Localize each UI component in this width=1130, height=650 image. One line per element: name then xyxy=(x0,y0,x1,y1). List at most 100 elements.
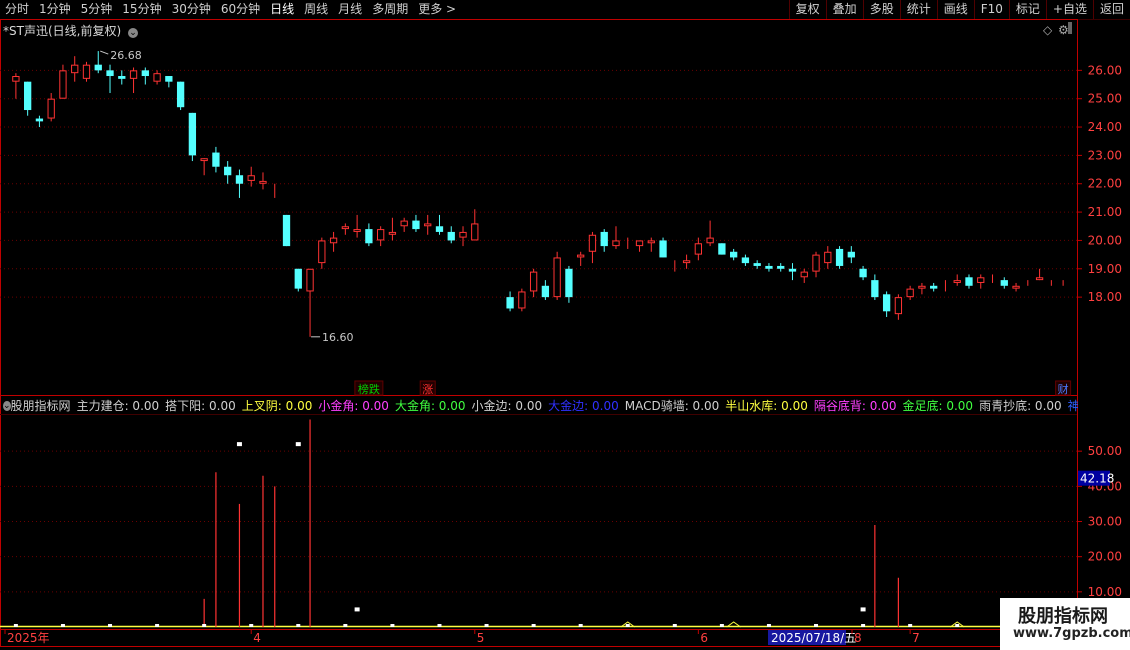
candle xyxy=(553,251,561,300)
candle xyxy=(388,217,397,241)
candle xyxy=(753,260,761,269)
candle-body xyxy=(435,226,444,232)
event-badge-label: 榜跌 xyxy=(358,382,380,396)
candle-body xyxy=(600,231,608,247)
high-label: 26.68 xyxy=(110,49,142,62)
candles xyxy=(12,51,1064,337)
indicator-marker xyxy=(343,624,348,627)
candle-body xyxy=(82,64,91,79)
candle xyxy=(129,67,138,94)
indicator-value: : 0.00 xyxy=(507,399,543,413)
price-tick-label: 20.00 xyxy=(1088,233,1122,247)
month-label: 4 xyxy=(253,631,261,645)
candle-body xyxy=(282,214,291,247)
candle-body xyxy=(259,180,267,184)
indicator-tick-label: 20.00 xyxy=(1088,550,1122,564)
indicator-marker xyxy=(13,624,18,627)
indicator-label: 大金边 xyxy=(548,399,585,413)
candle xyxy=(612,226,620,249)
candle-body xyxy=(294,268,302,289)
candle xyxy=(694,237,702,261)
watermark-url: www.7gpzb.com xyxy=(1013,626,1130,641)
candle xyxy=(24,81,32,116)
indicator-marker xyxy=(249,624,254,627)
candle-body xyxy=(141,70,149,77)
candle xyxy=(424,214,432,235)
candle xyxy=(800,268,808,283)
indicator-chevron-icon[interactable]: ⌄ xyxy=(3,400,11,411)
candle-body xyxy=(682,260,691,264)
indicator-label: 半山水库 xyxy=(725,399,774,413)
candle-body xyxy=(94,64,102,71)
indicator-label: 小金角 xyxy=(318,399,355,413)
candle xyxy=(894,294,903,320)
candle-body xyxy=(59,70,67,99)
candle-body xyxy=(106,70,114,77)
indicator-item-3: 上叉阴: 0.00 xyxy=(242,397,313,414)
indicator-marker xyxy=(578,624,583,627)
indicator-value: : 0.00 xyxy=(354,399,389,413)
candle-body xyxy=(612,240,620,247)
candle-body xyxy=(741,257,750,264)
high-pointer xyxy=(100,50,109,55)
indicator-bars xyxy=(0,419,1054,628)
candle-body xyxy=(329,237,338,244)
candle xyxy=(365,223,373,247)
indicator-tick-label: 50.00 xyxy=(1088,444,1122,458)
indicator-item-9: 半山水库: 0.00 xyxy=(725,397,808,414)
indicator-item-11: 金足底: 0.00 xyxy=(902,397,973,414)
price-tick-label: 22.00 xyxy=(1088,177,1122,191)
month-label: 6 xyxy=(700,631,708,645)
candle xyxy=(635,240,644,252)
indicator-marker xyxy=(484,624,489,627)
watermark-title: 股朋指标网 xyxy=(1018,606,1108,627)
candle xyxy=(94,51,102,74)
candle-body xyxy=(765,265,773,269)
indicator-tick-label: 30.00 xyxy=(1088,515,1122,529)
indicator-marker xyxy=(531,624,536,627)
candle-body xyxy=(541,285,550,298)
indicator-marker xyxy=(766,624,771,627)
indicator-marker xyxy=(60,624,65,627)
candle-body xyxy=(341,226,349,230)
candle-body xyxy=(318,240,326,264)
candle xyxy=(341,223,349,235)
indicator-marker xyxy=(672,624,677,627)
candle xyxy=(588,231,597,264)
candle xyxy=(471,209,479,241)
candle-body xyxy=(71,64,79,74)
candle-body xyxy=(165,76,173,82)
candle-body xyxy=(118,76,126,79)
candle xyxy=(212,146,220,173)
candle xyxy=(224,161,232,184)
candle xyxy=(1000,277,1008,289)
chart-frame xyxy=(0,19,1078,647)
candle-body xyxy=(365,229,373,244)
candle-body xyxy=(529,271,538,292)
candle xyxy=(82,61,91,82)
candle-body xyxy=(882,294,891,312)
candle-body xyxy=(412,220,420,230)
candle xyxy=(847,246,855,264)
candle xyxy=(977,274,985,289)
candle-body xyxy=(718,243,726,255)
current-value-label: 42.18 xyxy=(1080,472,1114,486)
signal-marker xyxy=(236,442,242,447)
candle xyxy=(377,226,385,247)
candle xyxy=(306,268,314,337)
indicator-legend: ⌄ 股朋指标网 主力建仓: 0.00 搭下阳: 0.00 上叉阴: 0.00 小金角: 0… xyxy=(0,397,1078,414)
indicator-marker xyxy=(437,624,442,627)
price-tick-label: 21.00 xyxy=(1088,205,1122,219)
price-tick-label: 18.00 xyxy=(1088,290,1122,304)
date-highlight-label: 2025/07/18/五 xyxy=(771,631,856,645)
indicator-value: : 0.00 xyxy=(861,399,897,413)
candle-body xyxy=(1035,277,1044,281)
candle-body xyxy=(894,297,903,315)
month-label: 5 xyxy=(477,631,485,645)
candle-body xyxy=(706,237,714,244)
indicator-value: : 0.00 xyxy=(584,399,619,413)
candle xyxy=(741,254,750,266)
indicator-label: 神舒深涨嘴 xyxy=(1067,399,1078,413)
candle-body xyxy=(753,263,761,266)
price-chart[interactable]: 18.00 19.00 20.00 21.00 22.00 23.00 24.00 25.00… xyxy=(0,0,1130,650)
